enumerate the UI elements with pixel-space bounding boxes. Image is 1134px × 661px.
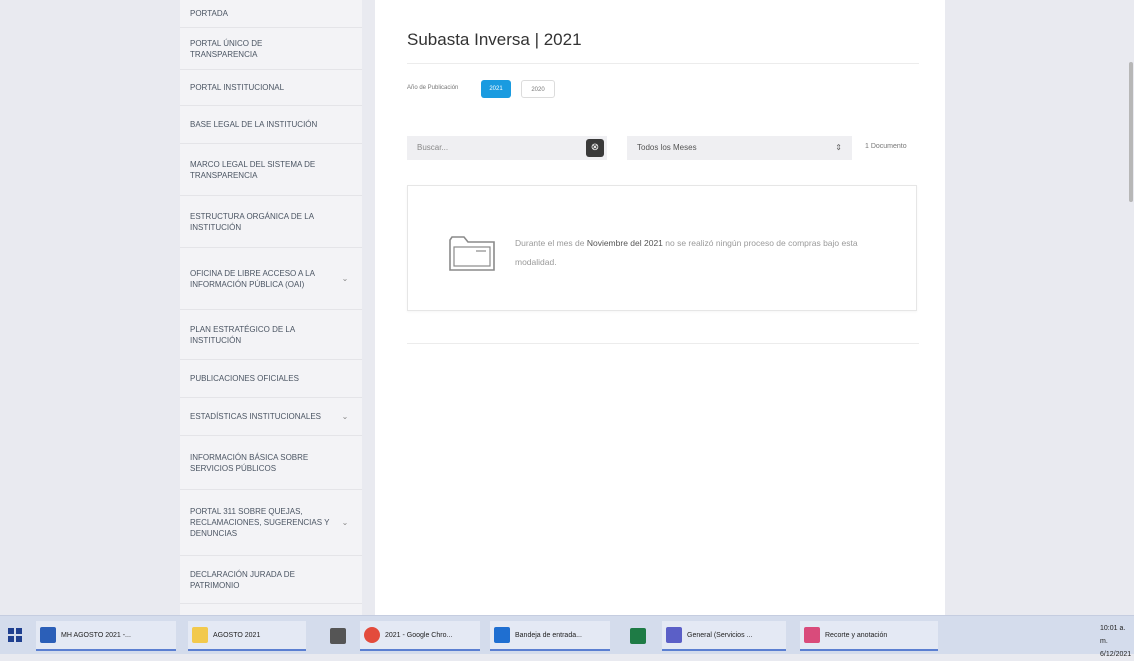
taskbar-app-label: AGOSTO 2021 (213, 631, 261, 639)
chrome-icon (364, 627, 380, 643)
month-select[interactable]: Todos los Meses ⇕ (627, 136, 852, 160)
taskbar-app[interactable] (326, 621, 350, 651)
taskbar-app-label: Recorte y anotación (825, 631, 888, 639)
empty-notice-card: Durante el mes de Noviembre del 2021 no … (407, 185, 917, 311)
sidebar-item[interactable]: PORTAL 311 SOBRE QUEJAS, RECLAMACIONES, … (180, 490, 362, 556)
year-button-2021[interactable]: 2021 (481, 80, 511, 98)
document-count: 1 Documento (865, 143, 907, 150)
taskbar-app[interactable]: MH AGOSTO 2021 -... (36, 621, 176, 651)
title-divider (407, 63, 919, 64)
taskbar-app[interactable]: General (Servicios ... (662, 621, 786, 651)
teams-icon (666, 627, 682, 643)
sidebar-item[interactable]: PORTAL INSTITUCIONAL (180, 70, 362, 106)
search-input[interactable]: Buscar... (407, 136, 607, 160)
taskbar-app-label: General (Servicios ... (687, 631, 753, 639)
outlook-icon (494, 627, 510, 643)
system-clock[interactable]: 10:01 a. m. 6/12/2021 (1100, 622, 1134, 661)
sidebar-item[interactable]: DECLARACIÓN JURADA DE PATRIMONIO (180, 556, 362, 604)
sidebar-item-label: PUBLICACIONES OFICIALES (190, 374, 299, 383)
month-select-value: Todos los Meses (637, 143, 697, 152)
notice-text: Durante el mes de Noviembre del 2021 no … (515, 234, 895, 272)
chevron-down-icon[interactable]: ⌄ (340, 274, 350, 284)
sidebar-item-label: ESTRUCTURA ORGÁNICA DE LA INSTITUCIÓN (190, 211, 314, 232)
year-button-2020[interactable]: 2020 (521, 80, 555, 98)
sidebar-item-label: MARCO LEGAL DEL SISTEMA DE TRANSPARENCIA (190, 159, 316, 180)
content-divider (407, 343, 919, 344)
sidebar-item-label: BASE LEGAL DE LA INSTITUCIÓN (190, 120, 318, 129)
search-clear-icon[interactable]: ⊗ (586, 139, 604, 157)
taskbar-app-label: Bandeja de entrada... (515, 631, 582, 639)
taskbar-app-label: MH AGOSTO 2021 -... (61, 631, 131, 639)
sidebar-item-label: ESTADÍSTICAS INSTITUCIONALES (190, 412, 321, 421)
taskbar-app[interactable]: AGOSTO 2021 (188, 621, 306, 651)
notice-period: Noviembre del 2021 (586, 238, 663, 248)
sidebar-item[interactable]: OFICINA DE LIBRE ACCESO A LA INFORMACIÓN… (180, 248, 362, 310)
sidebar-item-label: OFICINA DE LIBRE ACCESO A LA INFORMACIÓN… (190, 268, 315, 289)
sidebar-nav: PORTADA PORTAL ÚNICO DE TRANSPARENCIA PORT… (180, 0, 362, 615)
taskbar-app-label: 2021 - Google Chro... (385, 631, 453, 639)
windows-taskbar: MH AGOSTO 2021 -... AGOSTO 2021 2021 - Goo… (0, 615, 1134, 658)
clock-time: 10:01 a. m. (1100, 625, 1126, 645)
sidebar-item[interactable]: ESTRUCTURA ORGÁNICA DE LA INSTITUCIÓN (180, 196, 362, 248)
chevron-down-icon[interactable]: ⌄ (340, 412, 350, 422)
empty-folder-icon (449, 236, 495, 271)
taskbar-app[interactable]: Bandeja de entrada... (490, 621, 610, 651)
sidebar-item[interactable]: MARCO LEGAL DEL SISTEMA DE TRANSPARENCIA (180, 144, 362, 196)
browser-page: PORTADA PORTAL ÚNICO DE TRANSPARENCIA PORT… (0, 0, 1134, 615)
windows-start-icon[interactable] (8, 628, 22, 642)
chevron-down-icon[interactable]: ⌄ (340, 518, 350, 528)
clock-date: 6/12/2021 (1100, 651, 1132, 658)
word-icon (40, 627, 56, 643)
sidebar-item[interactable]: PORTADA (180, 0, 362, 28)
scrollbar-thumb[interactable] (1129, 62, 1133, 202)
sidebar-item[interactable]: PLAN ESTRATÉGICO DE LA INSTITUCIÓN (180, 310, 362, 360)
sidebar-item-label: INFORMACIÓN BÁSICA SOBRE SERVICIOS PÚBLI… (190, 452, 309, 473)
sidebar-item-label: PLAN ESTRATÉGICO DE LA INSTITUCIÓN (190, 324, 295, 345)
sidebar-item[interactable]: BASE LEGAL DE LA INSTITUCIÓN (180, 106, 362, 144)
year-filter-label: Año de Publicación (407, 85, 459, 91)
excel-icon (630, 628, 646, 644)
sidebar-item[interactable]: PUBLICACIONES OFICIALES (180, 360, 362, 398)
taskbar-app[interactable]: Recorte y anotación (800, 621, 938, 651)
select-arrows-icon: ⇕ (835, 143, 842, 152)
folder-icon (192, 627, 208, 643)
notice-prefix: Durante el mes de (515, 238, 587, 248)
snip-icon (804, 627, 820, 643)
sidebar-item[interactable]: ESTADÍSTICAS INSTITUCIONALES ⌄ (180, 398, 362, 436)
taskbar-app[interactable]: 2021 - Google Chro... (360, 621, 480, 651)
main-content: Subasta Inversa | 2021 Año de Publicació… (375, 0, 945, 615)
sidebar-item-label: PORTAL ÚNICO DE TRANSPARENCIA (190, 38, 263, 59)
calculator-icon (330, 628, 346, 644)
page-scrollbar[interactable] (1126, 0, 1134, 615)
sidebar-item-label: PORTADA (190, 9, 228, 18)
page-title: Subasta Inversa | 2021 (407, 30, 582, 49)
sidebar-item[interactable]: INFORMACIÓN BÁSICA SOBRE SERVICIOS PÚBLI… (180, 436, 362, 490)
taskbar-app[interactable] (626, 621, 650, 651)
sidebar-item-label: PORTAL INSTITUCIONAL (190, 83, 285, 92)
sidebar-item-label: PORTAL 311 SOBRE QUEJAS, RECLAMACIONES, … (190, 507, 330, 538)
sidebar-item[interactable]: PORTAL ÚNICO DE TRANSPARENCIA (180, 28, 362, 70)
sidebar-item-label: DECLARACIÓN JURADA DE PATRIMONIO (190, 569, 295, 590)
